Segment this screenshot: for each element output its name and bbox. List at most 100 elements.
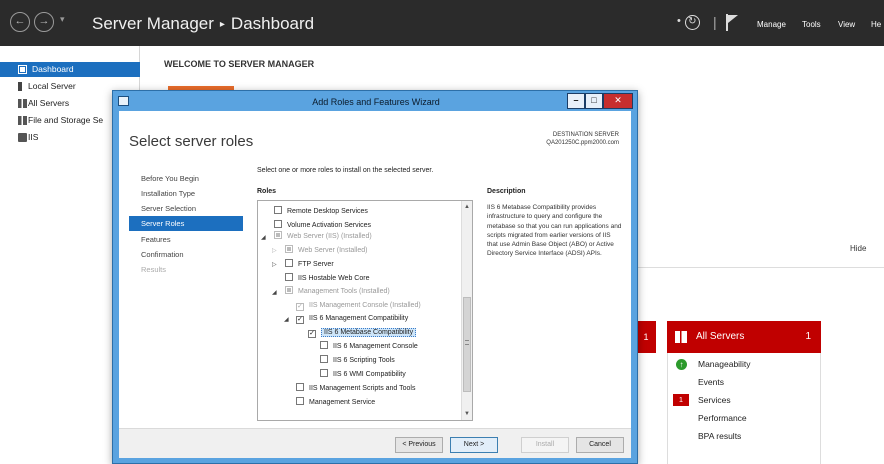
wizard-heading: Select server roles bbox=[129, 133, 254, 150]
checkbox[interactable] bbox=[285, 273, 293, 281]
history-dropdown-icon[interactable]: ▾ bbox=[60, 14, 65, 25]
destination-server-label: DESTINATION SERVER bbox=[552, 132, 619, 138]
checkbox[interactable] bbox=[296, 383, 304, 391]
expanded-triangle-icon[interactable]: ◢ bbox=[261, 234, 266, 241]
menu-view[interactable]: View bbox=[838, 20, 855, 29]
storage-icon bbox=[18, 116, 27, 125]
toolbar-divider: | bbox=[713, 14, 717, 30]
server-manager-window: ← → ▾ Server Manager ▸ Dashboard • ↻ | Mana… bbox=[0, 0, 884, 464]
role-item[interactable]: IIS 6 Scripting Tools bbox=[320, 355, 395, 367]
menu-tools[interactable]: Tools bbox=[802, 20, 821, 29]
check-ok-icon: ↑ bbox=[676, 359, 687, 370]
instruction-text: Select one or more roles to install on t… bbox=[257, 167, 434, 174]
checkbox[interactable] bbox=[296, 397, 304, 405]
welcome-heading: WELCOME TO SERVER MANAGER bbox=[164, 59, 315, 69]
role-item[interactable]: Management Service bbox=[296, 397, 375, 409]
section-divider bbox=[636, 267, 884, 268]
role-item[interactable]: IIS 6 Management Console bbox=[320, 341, 418, 353]
step-server-roles[interactable]: Server Roles bbox=[129, 216, 243, 231]
minimize-button[interactable]: – bbox=[567, 93, 585, 109]
checkbox[interactable] bbox=[285, 245, 293, 253]
step-features[interactable]: Features bbox=[141, 235, 171, 244]
refresh-control[interactable]: • ↻ bbox=[677, 15, 700, 30]
checkbox[interactable] bbox=[320, 341, 328, 349]
role-item[interactable]: IIS Management Scripts and Tools bbox=[296, 383, 415, 395]
cancel-button[interactable]: Cancel bbox=[576, 437, 624, 453]
tile-row-performance[interactable]: Performance bbox=[698, 413, 747, 423]
roles-tree[interactable]: Remote Desktop Services Volume Activatio… bbox=[257, 200, 473, 421]
step-installation-type[interactable]: Installation Type bbox=[141, 189, 195, 198]
scroll-down-icon[interactable]: ▼ bbox=[462, 409, 472, 419]
wizard-content: Select server roles DESTINATION SERVER Q… bbox=[119, 111, 631, 458]
role-item[interactable]: Web Server (Installed) bbox=[285, 245, 368, 257]
expanded-triangle-icon[interactable]: ◢ bbox=[272, 289, 277, 296]
collapsed-triangle-icon[interactable]: ▷ bbox=[272, 261, 277, 268]
tile-row-bpa-results[interactable]: BPA results bbox=[698, 431, 741, 441]
sidebar-item-label: Dashboard bbox=[32, 64, 74, 74]
all-servers-icon bbox=[675, 331, 687, 343]
role-item: ✓ IIS Management Console (Installed) bbox=[296, 302, 421, 311]
scroll-up-icon[interactable]: ▲ bbox=[462, 202, 472, 212]
tile-row-services[interactable]: Services bbox=[698, 395, 731, 405]
description-label: Description bbox=[487, 188, 526, 195]
forward-arrow-icon[interactable]: → bbox=[34, 12, 54, 32]
all-servers-icon bbox=[18, 99, 27, 108]
next-button[interactable]: Next > bbox=[450, 437, 498, 453]
checkbox[interactable] bbox=[285, 259, 293, 267]
maximize-button[interactable]: □ bbox=[585, 93, 603, 109]
role-item[interactable]: ✓ IIS 6 Management Compatibility bbox=[296, 313, 408, 325]
checkbox[interactable] bbox=[274, 220, 282, 228]
role-item[interactable]: Web Server (IIS) (Installed) bbox=[274, 231, 372, 243]
all-servers-tile-header[interactable]: All Servers 1 bbox=[667, 321, 821, 353]
previous-button[interactable]: < Previous bbox=[395, 437, 443, 453]
page-title: Dashboard bbox=[230, 14, 315, 33]
expanded-triangle-icon[interactable]: ◢ bbox=[284, 316, 289, 323]
destination-server-name: QA201250C.ppm2000.com bbox=[546, 140, 619, 146]
checkbox[interactable] bbox=[320, 369, 328, 377]
all-servers-tile-title: All Servers bbox=[696, 331, 745, 342]
menu-manage[interactable]: Manage bbox=[757, 20, 786, 29]
sidebar-item-dashboard[interactable]: Dashboard bbox=[0, 62, 140, 77]
hide-link[interactable]: Hide bbox=[850, 244, 866, 253]
step-before-you-begin[interactable]: Before You Begin bbox=[141, 174, 199, 183]
refresh-icon[interactable]: ↻ bbox=[684, 15, 700, 30]
role-item[interactable]: Management Tools (Installed) bbox=[285, 286, 390, 298]
roles-scrollbar[interactable]: ▲ ▼ bbox=[461, 201, 472, 420]
sidebar-item-label: IIS bbox=[28, 132, 39, 142]
refresh-dropdown-icon[interactable]: • bbox=[677, 15, 681, 27]
tile-row-manageability[interactable]: Manageability bbox=[698, 359, 750, 369]
role-item[interactable]: IIS 6 WMI Compatibility bbox=[320, 369, 406, 381]
close-button[interactable]: ✕ bbox=[603, 93, 633, 109]
breadcrumb-separator: ▸ bbox=[219, 19, 225, 30]
checkbox[interactable]: ✓ bbox=[296, 316, 304, 324]
all-servers-tile-count: 1 bbox=[805, 331, 811, 342]
role-item-selected[interactable]: ✓ IIS 6 Metabase Compatibility bbox=[308, 327, 417, 339]
checkbox: ✓ bbox=[296, 303, 304, 311]
breadcrumb: Server Manager ▸ Dashboard bbox=[92, 14, 314, 34]
back-arrow-icon[interactable]: ← bbox=[10, 12, 30, 32]
checkbox[interactable] bbox=[274, 231, 282, 239]
checkbox[interactable] bbox=[320, 355, 328, 363]
add-roles-wizard-dialog: Add Roles and Features Wizard – □ ✕ Sele… bbox=[112, 90, 638, 464]
notifications-flag-icon[interactable] bbox=[726, 14, 740, 31]
role-item[interactable]: Remote Desktop Services bbox=[274, 206, 368, 218]
step-confirmation[interactable]: Confirmation bbox=[141, 250, 184, 259]
step-results: Results bbox=[141, 265, 167, 274]
tile-row-events[interactable]: Events bbox=[698, 377, 724, 387]
checkbox[interactable]: ✓ bbox=[308, 330, 316, 338]
checkbox[interactable] bbox=[285, 286, 293, 294]
scroll-thumb[interactable] bbox=[463, 297, 471, 392]
server-manager-titlebar: ← → ▾ Server Manager ▸ Dashboard • ↻ | Mana… bbox=[0, 0, 884, 46]
collapsed-triangle-icon[interactable]: ▷ bbox=[272, 247, 277, 254]
step-server-selection[interactable]: Server Selection bbox=[141, 204, 196, 213]
dashboard-icon bbox=[18, 65, 27, 74]
role-item[interactable]: IIS Hostable Web Core bbox=[285, 273, 369, 285]
role-item[interactable]: FTP Server bbox=[285, 259, 334, 271]
checkbox[interactable] bbox=[274, 206, 282, 214]
server-group-tile-count[interactable]: 1 bbox=[636, 321, 656, 353]
wizard-footer: < Previous Next > Install Cancel bbox=[119, 428, 631, 458]
description-text: IIS 6 Metabase Compatibility provides in… bbox=[487, 204, 622, 258]
menu-help[interactable]: He bbox=[871, 20, 881, 29]
sidebar-item-label: All Servers bbox=[28, 98, 70, 108]
services-alert-badge: 1 bbox=[673, 394, 689, 406]
